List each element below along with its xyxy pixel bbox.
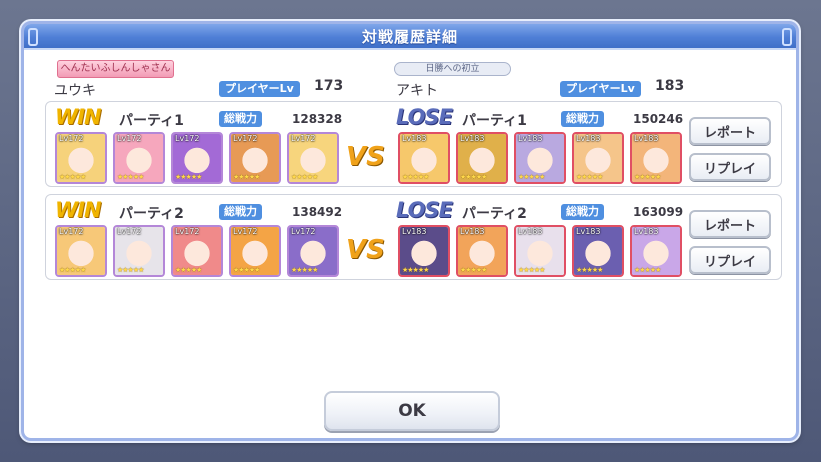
title-cap-right: [782, 28, 792, 46]
unit-level: Lv183: [460, 134, 485, 143]
unit-level: Lv172: [59, 134, 84, 143]
unit-portrait: Lv183 ★★★★★: [514, 225, 566, 277]
power-value: 128328: [292, 112, 343, 126]
unit-portrait: Lv183 ★★★★★: [514, 132, 566, 184]
star-rating: ★★★★★: [291, 266, 318, 274]
unit-portrait: Lv172 ★★★★★: [113, 225, 165, 277]
report-button[interactable]: レポート: [689, 117, 771, 145]
vs-label: VS: [346, 142, 385, 172]
replay-button[interactable]: リプレイ: [689, 246, 771, 274]
unit-level: Lv172: [175, 227, 200, 236]
power-label: 総戦力: [219, 111, 262, 127]
party-name: パーティ1: [462, 113, 527, 129]
power-value: 163099: [633, 205, 684, 219]
battle-history-dialog: 対戦履歴詳細 へんたいふしんしゃさん ユウキ プレイヤーLv 173 日勝への初…: [21, 21, 799, 441]
unit-portrait: Lv172 ★★★★★: [55, 225, 107, 277]
unit-portrait: Lv183 ★★★★★: [630, 132, 682, 184]
opponent-name: アキト: [396, 83, 438, 99]
title-cap-left: [28, 28, 38, 46]
opponent-level-label: プレイヤーLv: [560, 81, 641, 97]
unit-level: Lv183: [402, 227, 427, 236]
party-name: パーティ2: [119, 206, 184, 222]
star-rating: ★★★★★: [402, 173, 429, 181]
unit-portrait: Lv183 ★★★★★: [456, 225, 508, 277]
unit-portrait: Lv183 ★★★★★: [456, 132, 508, 184]
unit-portrait: Lv172 ★★★★★: [229, 132, 281, 184]
power-label: 総戦力: [561, 111, 604, 127]
star-rating: ★★★★★: [175, 173, 202, 181]
result-lose: LOSE: [396, 105, 453, 129]
star-rating: ★★★★★: [460, 266, 487, 274]
opponent-level: 183: [655, 78, 685, 94]
star-rating: ★★★★★: [576, 266, 603, 274]
unit-level: Lv183: [402, 134, 427, 143]
player-name: ユウキ: [54, 83, 96, 99]
unit-portrait: Lv172 ★★★★★: [113, 132, 165, 184]
match-row-2: WIN パーティ2 総戦力 138492 VS LOSE パーティ2 総戦力 1…: [45, 194, 782, 280]
vs-label: VS: [346, 235, 385, 265]
unit-portrait: Lv183 ★★★★★: [630, 225, 682, 277]
party-name: パーティ1: [119, 113, 184, 129]
unit-portrait: Lv172 ★★★★★: [171, 225, 223, 277]
report-button[interactable]: レポート: [689, 210, 771, 238]
unit-portrait: Lv183 ★★★★★: [398, 132, 450, 184]
star-rating: ★★★★★: [291, 173, 318, 181]
unit-level: Lv172: [175, 134, 200, 143]
unit-portrait: Lv172 ★★★★★: [229, 225, 281, 277]
star-rating: ★★★★★: [233, 266, 260, 274]
party-name: パーティ2: [462, 206, 527, 222]
star-rating: ★★★★★: [518, 266, 545, 274]
star-rating: ★★★★★: [402, 266, 429, 274]
star-rating: ★★★★★: [117, 173, 144, 181]
unit-level: Lv172: [117, 134, 142, 143]
star-rating: ★★★★★: [59, 173, 86, 181]
unit-level: Lv183: [576, 227, 601, 236]
power-label: 総戦力: [219, 204, 262, 220]
unit-portrait: Lv183 ★★★★★: [572, 225, 624, 277]
star-rating: ★★★★★: [460, 173, 487, 181]
unit-level: Lv183: [518, 134, 543, 143]
unit-portrait: Lv183 ★★★★★: [398, 225, 450, 277]
star-rating: ★★★★★: [634, 266, 661, 274]
player-level-label: プレイヤーLv: [219, 81, 300, 97]
unit-level: Lv172: [291, 134, 316, 143]
result-lose: LOSE: [396, 198, 453, 222]
star-rating: ★★★★★: [117, 266, 144, 274]
star-rating: ★★★★★: [634, 173, 661, 181]
star-rating: ★★★★★: [576, 173, 603, 181]
replay-button[interactable]: リプレイ: [689, 153, 771, 181]
power-value: 138492: [292, 205, 343, 219]
dialog-title: 対戦履歴詳細: [361, 27, 458, 46]
power-label: 総戦力: [561, 204, 604, 220]
unit-level: Lv172: [233, 227, 258, 236]
unit-portrait: Lv183 ★★★★★: [572, 132, 624, 184]
unit-level: Lv183: [634, 227, 659, 236]
unit-level: Lv172: [291, 227, 316, 236]
unit-portrait: Lv172 ★★★★★: [171, 132, 223, 184]
unit-portrait: Lv172 ★★★★★: [287, 225, 339, 277]
opponent-rank-tag: 日勝への初立: [394, 62, 511, 76]
player-level: 173: [314, 78, 344, 94]
power-value: 150246: [633, 112, 684, 126]
ok-button[interactable]: OK: [324, 391, 500, 431]
star-rating: ★★★★★: [518, 173, 545, 181]
unit-level: Lv183: [518, 227, 543, 236]
unit-portrait: Lv172 ★★★★★: [55, 132, 107, 184]
title-bar: 対戦履歴詳細: [24, 24, 796, 50]
unit-portrait: Lv172 ★★★★★: [287, 132, 339, 184]
result-win: WIN: [55, 105, 102, 129]
unit-level: Lv183: [576, 134, 601, 143]
unit-level: Lv172: [59, 227, 84, 236]
unit-level: Lv183: [634, 134, 659, 143]
unit-level: Lv172: [233, 134, 258, 143]
star-rating: ★★★★★: [59, 266, 86, 274]
star-rating: ★★★★★: [233, 173, 260, 181]
player-name-tag: へんたいふしんしゃさん: [57, 60, 174, 78]
unit-level: Lv183: [460, 227, 485, 236]
star-rating: ★★★★★: [175, 266, 202, 274]
unit-level: Lv172: [117, 227, 142, 236]
result-win: WIN: [55, 198, 102, 222]
match-row-1: WIN パーティ1 総戦力 128328 VS LOSE パーティ1 総戦力 1…: [45, 101, 782, 187]
